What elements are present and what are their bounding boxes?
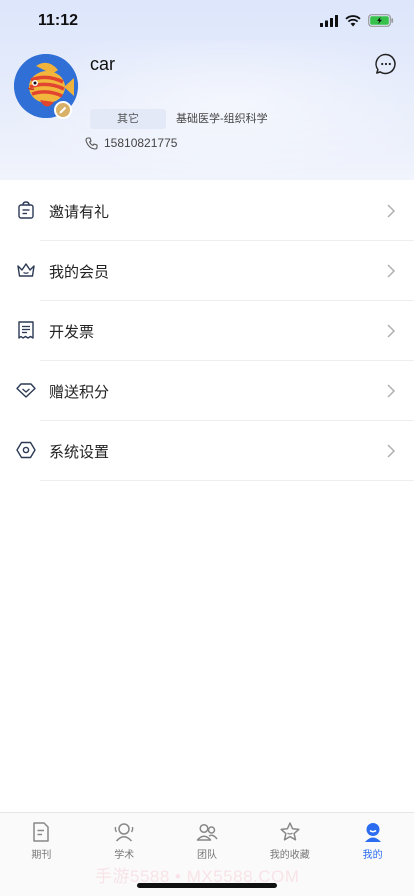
phone-number: 15810821775 (104, 136, 178, 150)
tab-label: 期刊 (31, 850, 52, 861)
avatar-edit-badge[interactable] (54, 101, 72, 119)
tab-label: 团队 (196, 850, 217, 861)
menu-item-label: 我的会员 (49, 264, 110, 281)
chevron-right-icon (387, 324, 396, 338)
menu-item-label: 系统设置 (49, 444, 110, 461)
bottom-tab-bar: 期刊 学术 团队 我的收藏 我的 (0, 812, 414, 862)
tab-label: 我的收藏 (269, 850, 310, 861)
cellular-signal-icon (320, 14, 338, 27)
phone-icon (85, 136, 98, 150)
menu-list: 邀请有礼 我的会员 开发票 赠送积分 系统设置 (0, 181, 414, 481)
chevron-right-icon (387, 264, 396, 278)
tab-label: 学术 (114, 850, 135, 861)
home-indicator (137, 883, 277, 888)
diamond-icon (16, 383, 36, 398)
identity-tag: 其它 (90, 109, 166, 129)
wifi-icon (345, 14, 361, 26)
team-icon (196, 823, 218, 841)
status-time: 11:12 (38, 12, 79, 29)
pencil-icon (59, 106, 67, 114)
tab-label: 我的 (362, 850, 383, 861)
journal-icon (33, 822, 50, 842)
gift-icon (18, 201, 34, 219)
status-icons (320, 14, 394, 27)
status-bar: 11:12 (0, 0, 414, 44)
settings-icon (16, 441, 36, 459)
chevron-right-icon (387, 384, 396, 398)
username: car (90, 54, 116, 74)
menu-item-label: 邀请有礼 (49, 204, 110, 221)
menu-item-invoice[interactable]: 开发票 (0, 301, 414, 361)
phone-row: 15810821775 (85, 136, 177, 150)
crown-icon (17, 263, 35, 277)
battery-charging-icon (368, 14, 394, 27)
message-button[interactable] (375, 53, 397, 75)
star-icon (280, 822, 300, 841)
tab-favorites[interactable]: 我的收藏 (248, 813, 331, 862)
menu-item-label: 赠送积分 (49, 384, 110, 401)
chat-bubble-icon (375, 53, 396, 75)
tab-team[interactable]: 团队 (166, 813, 249, 862)
tab-academic[interactable]: 学术 (83, 813, 166, 862)
chevron-right-icon (387, 444, 396, 458)
menu-item-membership[interactable]: 我的会员 (0, 241, 414, 301)
tab-journal[interactable]: 期刊 (0, 813, 83, 862)
major-tag: 基础医学-组织科学 (176, 113, 268, 125)
chevron-right-icon (387, 204, 396, 218)
menu-item-label: 开发票 (49, 324, 95, 341)
menu-item-gift-points[interactable]: 赠送积分 (0, 361, 414, 421)
tab-mine[interactable]: 我的 (331, 813, 414, 862)
menu-item-invite[interactable]: 邀请有礼 (0, 181, 414, 241)
invoice-icon (18, 321, 34, 339)
menu-item-settings[interactable]: 系统设置 (0, 421, 414, 481)
profile-icon (364, 823, 381, 842)
academic-icon (114, 823, 134, 842)
